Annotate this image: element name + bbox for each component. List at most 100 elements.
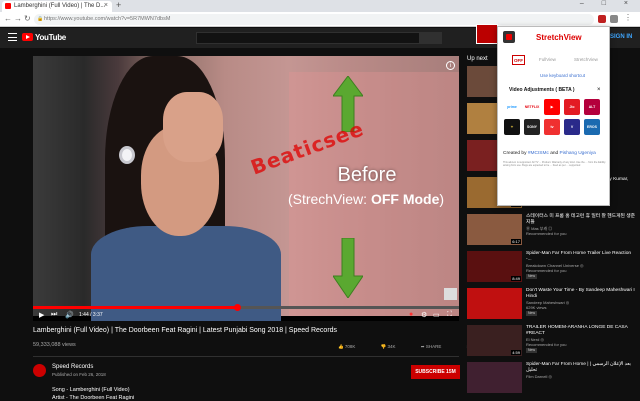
- player-controls: ▶ ⏭ 🔊 1:44 / 3:37 ● ⚙ ▭ ⛶: [33, 309, 459, 321]
- stretchview-popup-anchor: [476, 24, 498, 44]
- created-mid: and: [548, 151, 560, 156]
- recommendation-thumbnail[interactable]: [467, 288, 522, 319]
- overlay-mode-text: (StrechView: OFF Mode): [271, 191, 459, 207]
- close-tab-icon[interactable]: ×: [104, 2, 108, 9]
- theater-mode-icon[interactable]: ▭: [433, 311, 440, 319]
- recommendation-thumbnail[interactable]: [467, 362, 522, 393]
- view-count: 59,333,088 views: [33, 342, 76, 348]
- recommendation-title[interactable]: Spider-Man Far From Home Trailer Live Re…: [526, 251, 636, 262]
- forward-icon[interactable]: →: [14, 14, 22, 23]
- stretchview-player-icon[interactable]: ●: [409, 311, 413, 318]
- description-line: Song - Lamberghini (Full Video): [52, 387, 130, 393]
- channel-avatar[interactable]: [33, 364, 46, 377]
- streaming-service-tile[interactable]: EROS NOW: [584, 119, 600, 135]
- dislike-button[interactable]: 👎 34K: [381, 344, 408, 349]
- video-adjustments-heading: Video Adjustments ( BETA ): [509, 87, 575, 93]
- share-label: SHARE: [425, 344, 442, 349]
- recommendation-item[interactable]: 8:49 Spider-Man Far From Home Trailer Liv…: [467, 251, 637, 285]
- video-title: Lamberghini (Full Video) | The Doorbeen …: [33, 327, 338, 334]
- recommendation-channel: El Nerd ◎ Recommended for you New: [526, 337, 567, 353]
- back-icon[interactable]: ←: [4, 14, 12, 23]
- search-button[interactable]: [420, 32, 442, 44]
- streaming-service-tile[interactable]: ✦: [504, 119, 520, 135]
- video-person-hand: [163, 92, 223, 162]
- recommendation-item[interactable]: 6:17 스테이터스 미 프롬 홈 테고런 휴 일터 잘 헨드게된 생준지들 Ⓑ M…: [467, 214, 637, 248]
- profile-icon[interactable]: [610, 15, 618, 23]
- stretchview-logo-icon: [503, 31, 515, 43]
- address-bar[interactable]: 🔒 https://www.youtube.com/watch?v=5R7MWN…: [34, 14, 594, 25]
- up-next-heading: Up next: [467, 56, 488, 62]
- address-url: https://www.youtube.com/watch?v=5R7MWN7d…: [44, 16, 171, 22]
- overlay-mode-prefix: (StrechView:: [287, 191, 371, 207]
- recommendation-title[interactable]: TRAILER HOMEM-ARANHA LONGE DE CASA #REAC…: [526, 325, 636, 336]
- streaming-service-tile[interactable]: ▶: [544, 99, 560, 115]
- browser-tab[interactable]: Lamberghini (Full Video) | The D... ×: [2, 1, 112, 12]
- overlay-mode-bold: OFF Mode: [370, 191, 440, 207]
- recommendation-thumbnail[interactable]: 6:17: [467, 214, 522, 245]
- recommendation-item[interactable]: 4:59 TRAILER HOMEM-ARANHA LONGE DE CASA #…: [467, 325, 637, 359]
- streaming-service-tile[interactable]: prime video: [504, 99, 520, 115]
- subscribe-button[interactable]: SUBSCRIBE 15M: [411, 365, 460, 379]
- recommendation-thumbnail[interactable]: 8:49: [467, 251, 522, 282]
- channel-watermark-icon[interactable]: [444, 288, 457, 300]
- mode-fullview-button[interactable]: FullView: [539, 57, 556, 62]
- close-icon[interactable]: ×: [597, 87, 601, 93]
- new-badge: New: [526, 274, 538, 279]
- settings-gear-icon[interactable]: ⚙: [421, 311, 427, 319]
- recommendation-thumbnail[interactable]: 4:59: [467, 325, 522, 356]
- share-button[interactable]: ➦ SHARE: [421, 344, 454, 349]
- wristwatch: [119, 146, 135, 164]
- signin-button[interactable]: SIGN IN: [610, 34, 632, 40]
- youtube-wordmark[interactable]: YouTube: [35, 33, 66, 42]
- fullscreen-icon[interactable]: ⛶: [447, 311, 452, 319]
- video-frame: Before (StrechView: OFF Mode) Beaticsee …: [33, 56, 459, 321]
- youtube-logo-icon[interactable]: [22, 33, 33, 41]
- streaming-service-tile[interactable]: Jio: [564, 99, 580, 115]
- mode-off-button[interactable]: OFF: [512, 55, 525, 65]
- recommendation-item[interactable]: Don't Waste Your Time - By Sandeep Mahes…: [467, 288, 637, 322]
- stretchview-mode-selector: OFF FullView StretchView: [512, 55, 608, 65]
- menu-dots-icon[interactable]: ⋮: [624, 13, 632, 22]
- keyboard-shortcut-link[interactable]: Use keyboard shortcut: [540, 73, 585, 78]
- browser-toolbar: ← → ↻ 🔒 https://www.youtube.com/watch?v=…: [0, 12, 640, 27]
- new-badge: New: [526, 311, 538, 316]
- created-by-text: Created by #MCISMc and Pishang Ugeniya: [503, 151, 607, 156]
- streaming-service-tile[interactable]: V: [564, 119, 580, 135]
- recommendation-title[interactable]: 스테이터스 미 프롬 홈 테고런 휴 일터 잘 헨드게된 생준지들: [526, 214, 636, 225]
- next-icon[interactable]: ⏭: [51, 311, 57, 319]
- recommendation-title[interactable]: Don't Waste Your Time - By Sandeep Mahes…: [526, 288, 636, 299]
- new-tab-icon[interactable]: +: [116, 0, 121, 10]
- hamburger-menu-icon[interactable]: [8, 33, 17, 41]
- streaming-service-tile[interactable]: SONY: [524, 119, 540, 135]
- browser-tab-title: Lamberghini (Full Video) | The D...: [14, 3, 106, 9]
- stretchview-extension-icon[interactable]: [598, 15, 606, 23]
- mode-stretchview-button[interactable]: StretchView: [574, 57, 598, 62]
- info-icon[interactable]: i: [446, 61, 455, 70]
- recommendation-title[interactable]: Spider-Man Far From Home | بعد الإعلان ا…: [526, 362, 636, 373]
- play-icon[interactable]: ▶: [39, 311, 44, 319]
- like-button[interactable]: 👍 708K: [338, 344, 367, 349]
- recommendation-item[interactable]: Spider-Man Far From Home | بعد الإعلان ا…: [467, 362, 637, 396]
- recommendation-channel: Breakdown Channel Universe ◎ Recommended…: [526, 263, 584, 279]
- browser-tab-strip: Lamberghini (Full Video) | The D... × + …: [0, 0, 640, 12]
- recommendation-channel: Sandeep Maheshwari ◎ 629K views New: [526, 300, 570, 316]
- author-link[interactable]: #MCISMc: [528, 151, 549, 156]
- streaming-service-tile[interactable]: NETFLIX: [524, 99, 540, 115]
- video-player[interactable]: Before (StrechView: OFF Mode) Beaticsee …: [33, 56, 459, 321]
- youtube-favicon-icon: [5, 3, 11, 9]
- volume-icon[interactable]: 🔊: [65, 311, 74, 319]
- author-link[interactable]: Pishang Ugeniya: [560, 151, 596, 156]
- arrow-down-icon: [333, 238, 363, 298]
- video-duration: 8:49: [511, 276, 521, 281]
- window-controls[interactable]: – □ ×: [580, 0, 636, 7]
- streaming-service-tile[interactable]: ALT: [584, 99, 600, 115]
- description-line: Artist - The Doorbeen Feat Ragini: [52, 395, 135, 401]
- search-input[interactable]: [196, 32, 420, 44]
- new-badge: New: [526, 348, 538, 353]
- reload-icon[interactable]: ↻: [24, 14, 31, 23]
- channel-name[interactable]: Speed Records: [52, 364, 93, 370]
- streaming-service-tile[interactable]: tv: [544, 119, 560, 135]
- recommendation-channel: Ⓑ Mas 부캐 ◎ Recommended for you: [526, 226, 567, 236]
- overlay-mode-suffix: ): [439, 191, 445, 207]
- video-duration: 6:17: [511, 239, 521, 244]
